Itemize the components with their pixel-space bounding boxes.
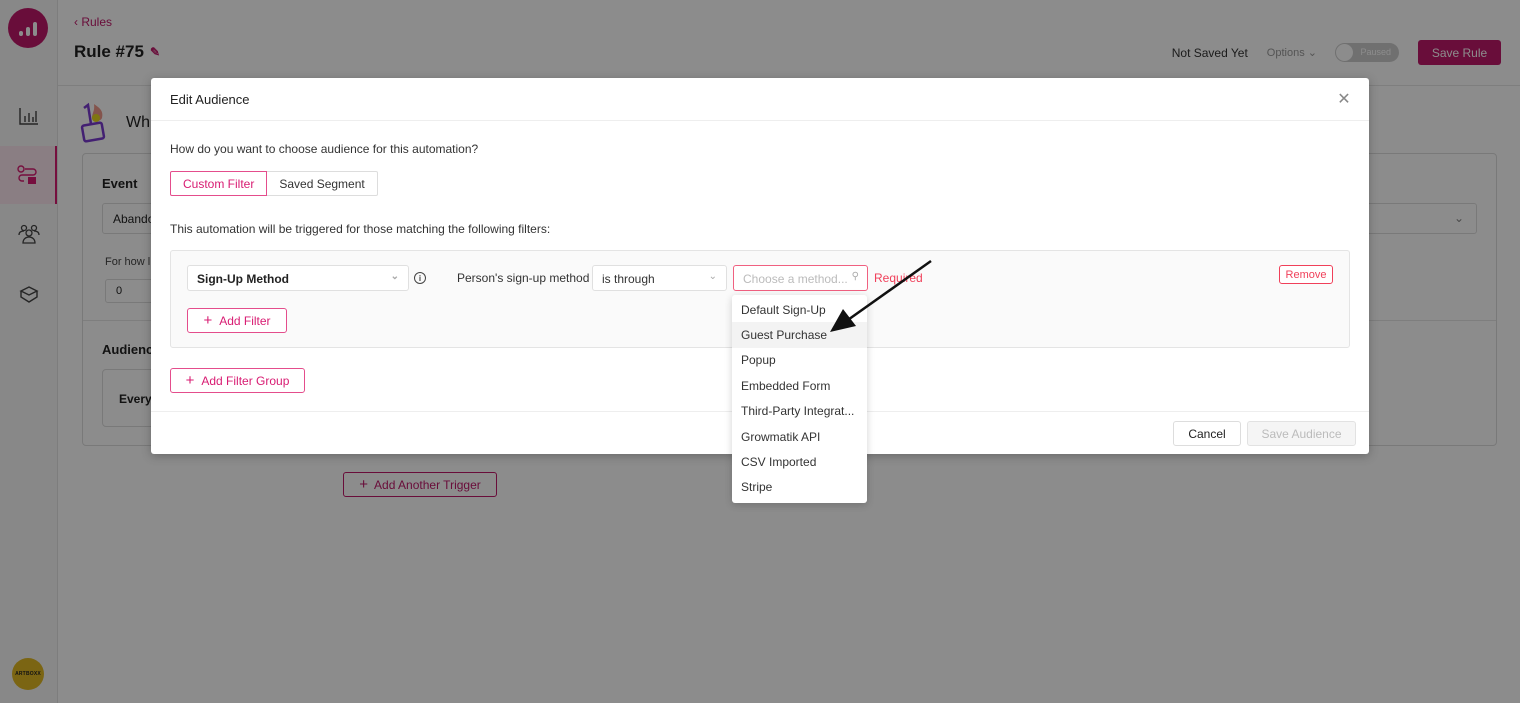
dropdown-option[interactable]: Growmatik API (732, 424, 867, 449)
add-filter-button[interactable]: + Add Filter (187, 308, 287, 333)
plus-icon: + (203, 312, 213, 329)
filter-field-select[interactable]: Sign-Up Method ⌄ (187, 265, 409, 291)
tab-custom-filter[interactable]: Custom Filter (170, 171, 268, 196)
required-message: Required (874, 271, 923, 285)
tab-saved-segment[interactable]: Saved Segment (267, 171, 378, 196)
dropdown-option[interactable]: Embedded Form (732, 373, 867, 398)
chevron-down-icon: ⌄ (390, 271, 399, 282)
search-icon: ⚲ (851, 271, 859, 282)
dropdown-option[interactable]: Stripe (732, 475, 867, 500)
condition-label: Person's sign-up method (457, 271, 590, 285)
method-search-input[interactable]: Choose a method... ⚲ (733, 265, 868, 291)
close-icon[interactable]: ✕ (1335, 90, 1353, 108)
operator-select[interactable]: is through ⌄ (592, 265, 727, 291)
save-audience-button[interactable]: Save Audience (1247, 421, 1356, 446)
dropdown-option[interactable]: CSV Imported (732, 449, 867, 474)
filter-description: This automation will be triggered for th… (170, 222, 551, 236)
cancel-button[interactable]: Cancel (1173, 421, 1241, 446)
modal-title: Edit Audience (170, 92, 250, 107)
dropdown-option[interactable]: Default Sign-Up (732, 297, 867, 322)
plus-icon: + (185, 372, 195, 389)
method-dropdown: Default Sign-Up Guest Purchase Popup Emb… (732, 295, 867, 503)
dropdown-option[interactable]: Guest Purchase (732, 322, 867, 348)
audience-mode-toggle: Custom Filter Saved Segment (170, 171, 378, 196)
audience-question: How do you want to choose audience for t… (170, 142, 479, 156)
remove-filter-button[interactable]: Remove (1279, 265, 1333, 284)
dropdown-option[interactable]: Popup (732, 348, 867, 373)
info-icon[interactable]: i (414, 272, 426, 284)
add-filter-group-button[interactable]: + Add Filter Group (170, 368, 305, 393)
dropdown-option[interactable]: Third-Party Integrat... (732, 399, 867, 424)
chevron-down-icon: ⌄ (708, 271, 717, 282)
